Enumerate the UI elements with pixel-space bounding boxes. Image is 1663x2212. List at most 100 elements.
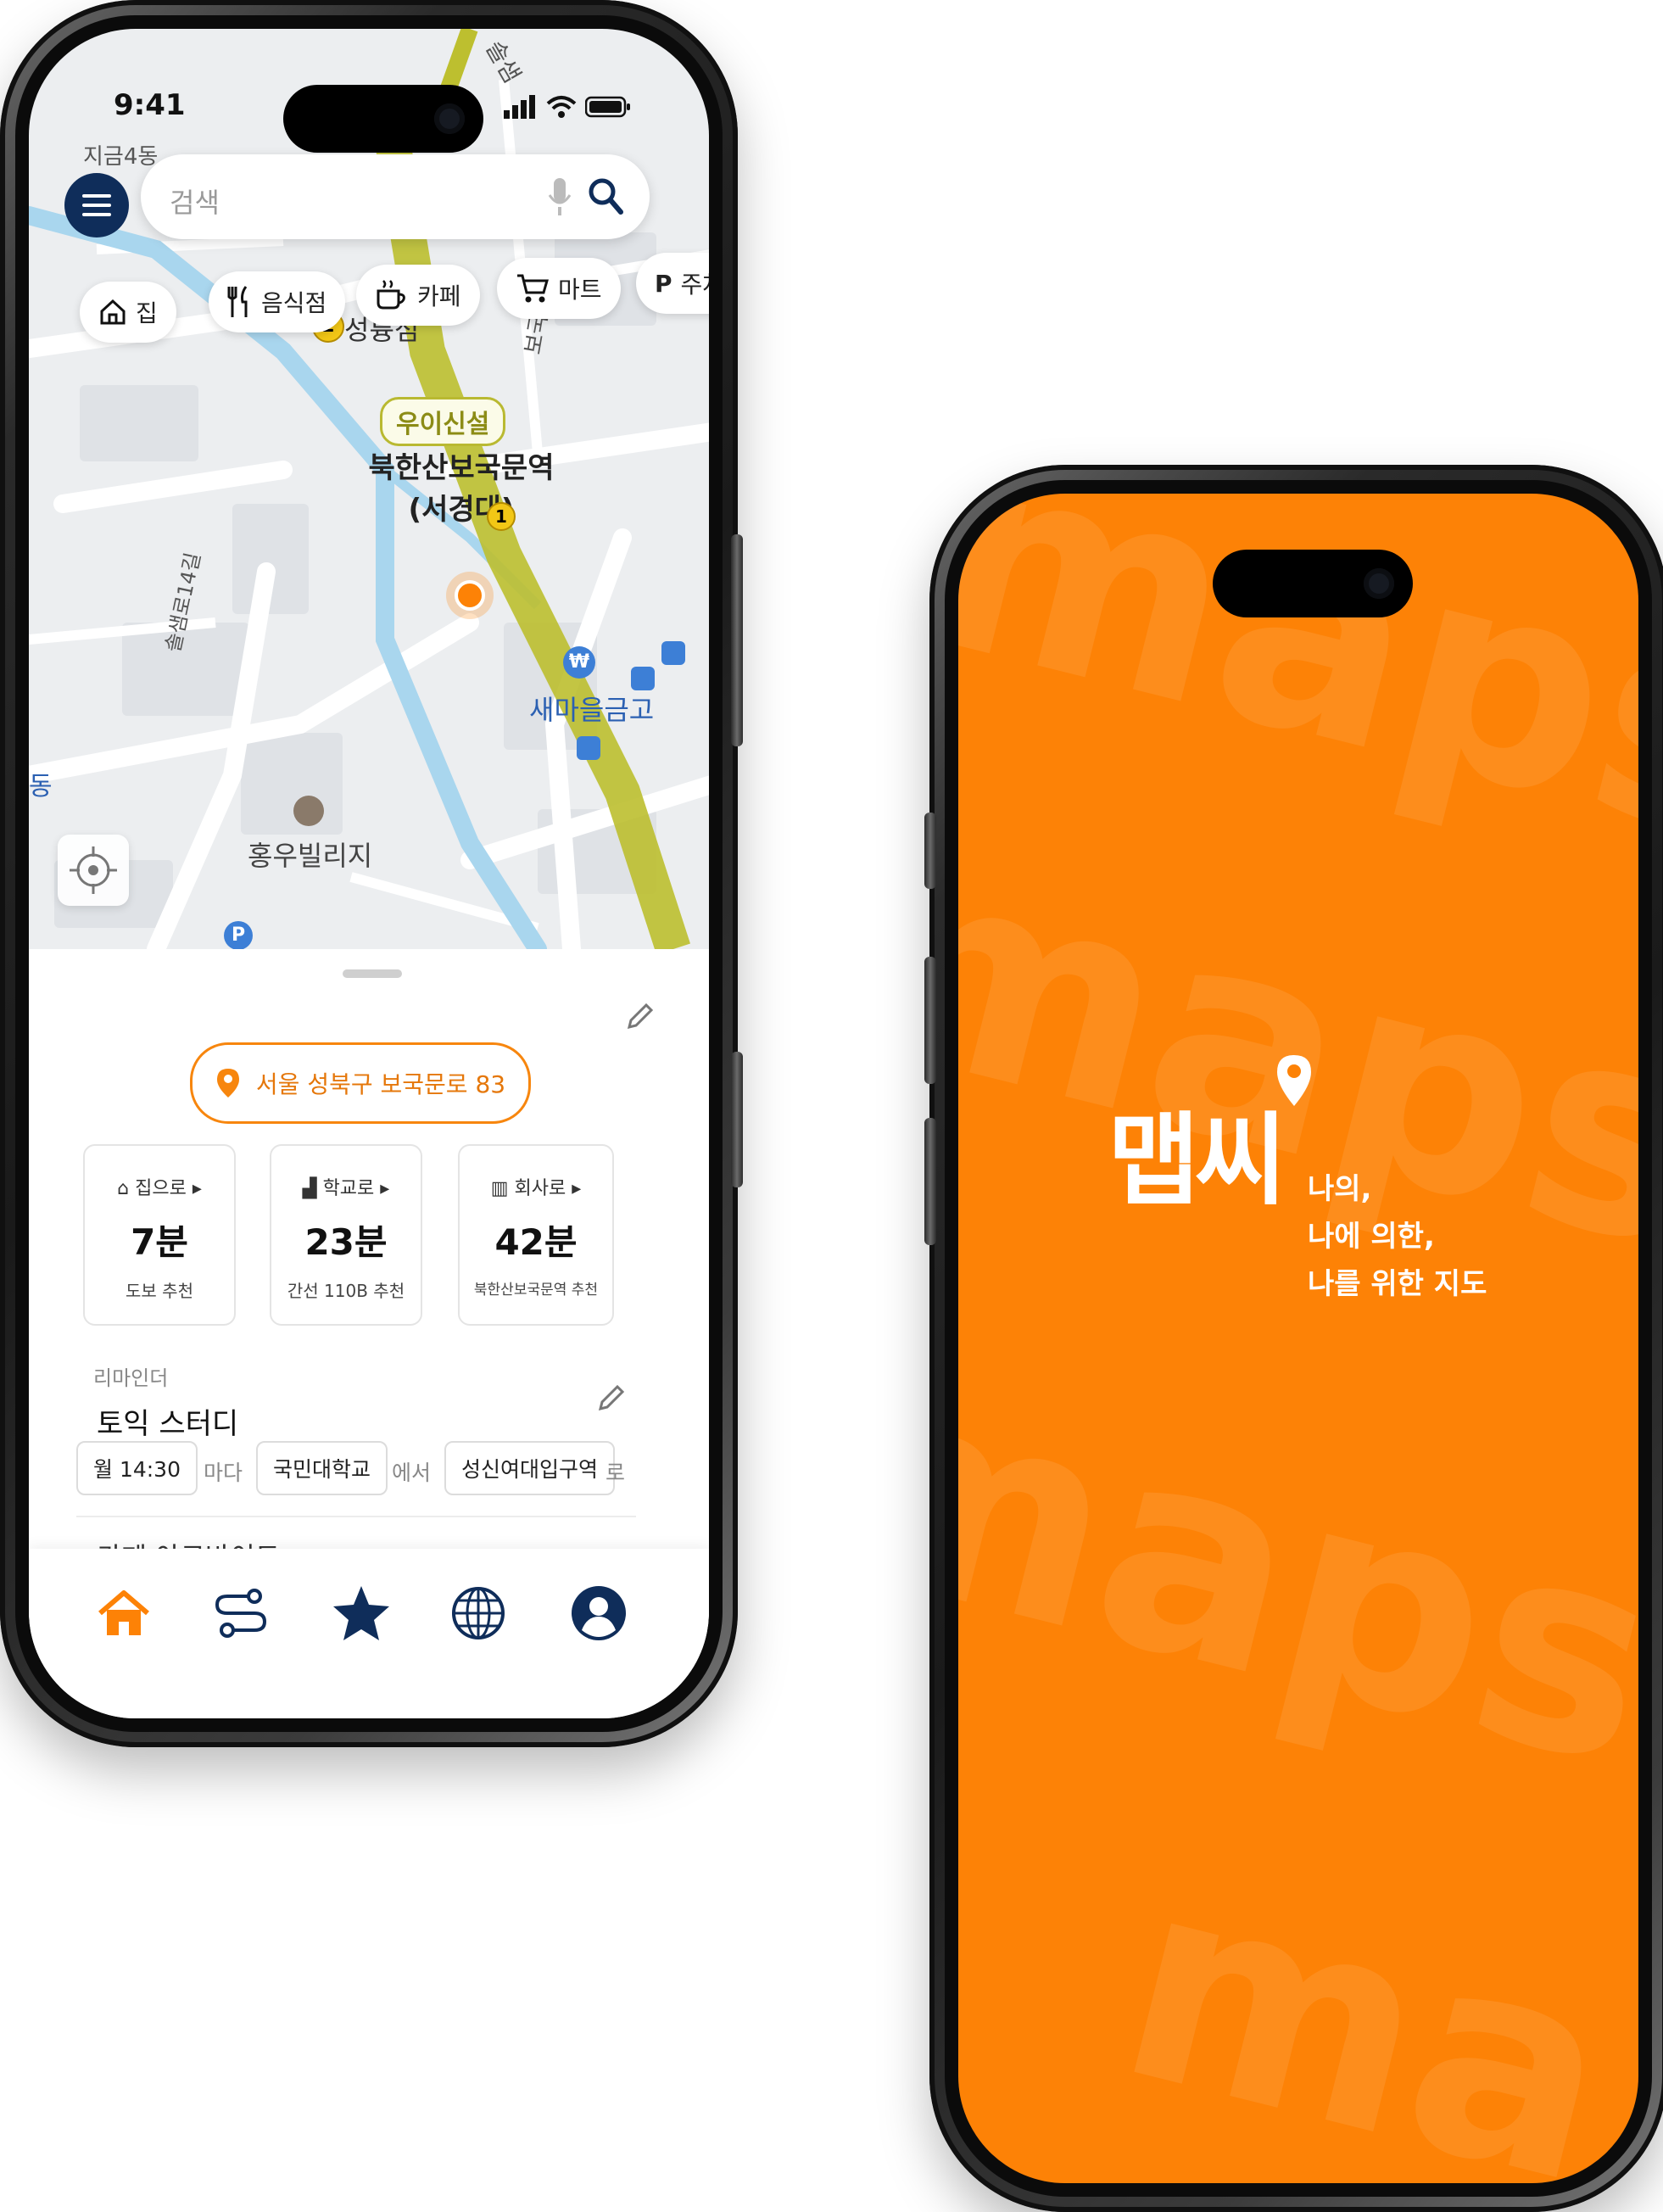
map-view[interactable]: 9:41 검색 집 음식점 카페 마트 P 주 솔샘 지금4동 성륭점 우이신설… [29, 29, 709, 949]
nav-explore[interactable] [448, 1583, 509, 1644]
parking-icon[interactable]: P [224, 921, 253, 949]
bus-stop-icon[interactable] [577, 736, 600, 760]
nav-home[interactable] [93, 1583, 154, 1644]
chip-home[interactable]: 집 [80, 282, 176, 343]
map-label-place-top-left: 지금4동 [83, 144, 159, 170]
battery-icon [585, 96, 630, 118]
home-screen: 9:41 검색 집 음식점 카페 마트 P 주 솔샘 지금4동 성륭점 우이신설… [29, 29, 709, 1718]
reminder-connector: 로 [605, 1461, 626, 1485]
station-name-line1: 북한산보국문역 [368, 451, 555, 485]
map-marker-1[interactable]: 1 [487, 502, 516, 531]
chip-label: 주차 [680, 271, 709, 299]
building-icon: ▥ [490, 1178, 509, 1199]
current-location-dot[interactable] [455, 580, 485, 611]
watermark-text: mapsee [958, 1308, 1638, 1922]
camera-icon [434, 103, 465, 134]
side-button-lower [731, 1052, 743, 1187]
nav-favorites[interactable] [331, 1583, 392, 1644]
route-card-label: 학교로 [322, 1178, 375, 1199]
chip-label: 카페 [417, 282, 461, 310]
status-time: 9:41 [114, 88, 186, 122]
pin-icon [216, 1069, 239, 1098]
globe-icon [452, 1587, 505, 1639]
user-icon [572, 1586, 626, 1640]
map-label-bank: 새마을금고 [529, 694, 655, 726]
status-icons [504, 95, 631, 119]
chip-mart[interactable]: 마트 [497, 258, 621, 319]
map-label-village: 홍우빌리지 [248, 840, 373, 872]
chip-parking[interactable]: P 주차 [636, 253, 709, 314]
dynamic-island [1213, 550, 1413, 617]
watermark-text: ma [1095, 1814, 1638, 2183]
hamburger-icon [82, 194, 111, 216]
cafe-icon [377, 280, 405, 310]
search-input[interactable]: 검색 [170, 182, 220, 221]
phone-left: 9:41 검색 집 음식점 카페 마트 P 주 솔샘 지금4동 성륭점 우이신설… [0, 0, 743, 1747]
app-tagline: 나의, 나에 의한, 나를 위한 지도 [1308, 1165, 1487, 1308]
bottom-sheet: 서울 성북구 보국문로 83 ⌂ 집으로 ▸ 7분 도보 추천 ▟ 학교로 ▸ … [29, 949, 709, 1718]
route-card-time: 7분 [131, 1221, 188, 1263]
route-card-home[interactable]: ⌂ 집으로 ▸ 7분 도보 추천 [83, 1144, 236, 1326]
search-bar[interactable]: 검색 [141, 154, 650, 239]
reminder-title[interactable]: 토익 스터디 [97, 1400, 238, 1442]
reminder-from-tag[interactable]: 국민대학교 [256, 1441, 388, 1495]
village-icon[interactable] [293, 796, 324, 826]
current-address: 서울 성북구 보국문로 83 [255, 1070, 506, 1098]
restaurant-icon [227, 286, 248, 317]
reminder-connector: 마다 [204, 1461, 243, 1485]
menu-button[interactable] [64, 173, 129, 237]
signal-icon [504, 95, 535, 119]
edit-icon[interactable] [594, 1382, 628, 1416]
chip-label: 마트 [558, 276, 602, 304]
chip-label: 집 [136, 299, 158, 327]
bus-stop-icon[interactable] [661, 641, 685, 665]
tagline-line-2: 나에 의한, [1308, 1220, 1435, 1254]
route-card-label: 집으로 [135, 1178, 187, 1199]
phone-right: mapsee mapsee mapsee ma 맵씨 나의, 나에 의한, 나를… [924, 465, 1663, 2212]
edit-icon[interactable] [622, 1000, 656, 1034]
school-icon: ▟ [302, 1178, 317, 1199]
line-badge[interactable]: 우이신설 [380, 397, 506, 446]
sheet-drag-handle[interactable] [343, 969, 402, 978]
route-card-label: 회사로 [514, 1178, 566, 1199]
locate-me-button[interactable] [58, 835, 129, 906]
bottom-nav [29, 1549, 709, 1718]
home-icon [100, 299, 126, 325]
route-card-sub: 간선 110B 추천 [287, 1281, 405, 1301]
home-icon [98, 1590, 149, 1635]
route-card-sub: 북한산보국문역 추천 [473, 1282, 599, 1299]
divider [76, 1516, 636, 1517]
search-icon[interactable] [587, 176, 624, 215]
route-icon [215, 1589, 267, 1638]
route-card-sub: 도보 추천 [126, 1281, 193, 1301]
station-name[interactable]: 북한산보국문역 (서경대) [343, 444, 580, 528]
cart-icon [517, 274, 549, 303]
bus-stop-icon[interactable] [631, 667, 655, 690]
power-button [731, 534, 743, 746]
reminder-time-tag[interactable]: 월 14:30 [76, 1441, 198, 1495]
camera-icon [1364, 568, 1394, 599]
tagline-line-3: 나를 위한 지도 [1308, 1267, 1487, 1301]
dynamic-island [283, 85, 483, 153]
current-address-chip[interactable]: 서울 성북구 보국문로 83 [190, 1042, 531, 1124]
bank-icon[interactable]: ₩ [563, 646, 595, 679]
reminder-connector: 에서 [392, 1461, 432, 1485]
route-card-school[interactable]: ▟ 학교로 ▸ 23분 간선 110B 추천 [270, 1144, 422, 1326]
reminder-to-tag[interactable]: 성신여대입구역 [444, 1441, 616, 1495]
action-button [924, 813, 936, 889]
route-card-time: 23분 [304, 1221, 388, 1263]
reminder-section-label: 리마인더 [93, 1366, 169, 1390]
crosshair-icon [70, 846, 117, 894]
splash-screen: mapsee mapsee mapsee ma 맵씨 나의, 나에 의한, 나를… [958, 494, 1638, 2183]
tagline-line-1: 나의, [1308, 1172, 1372, 1206]
chip-restaurant[interactable]: 음식점 [209, 271, 346, 332]
nav-route[interactable] [210, 1583, 271, 1644]
route-card-time: 42분 [494, 1221, 578, 1263]
nav-profile[interactable] [568, 1583, 629, 1644]
route-card-work[interactable]: ▥ 회사로 ▸ 42분 북한산보국문역 추천 [458, 1144, 614, 1326]
chip-cafe[interactable]: 카페 [356, 265, 480, 326]
splash-background: mapsee mapsee mapsee ma 맵씨 나의, 나에 의한, 나를… [958, 494, 1638, 2183]
wifi-icon [546, 96, 577, 118]
chip-label: 음식점 [261, 289, 327, 317]
mic-icon[interactable] [548, 176, 572, 217]
